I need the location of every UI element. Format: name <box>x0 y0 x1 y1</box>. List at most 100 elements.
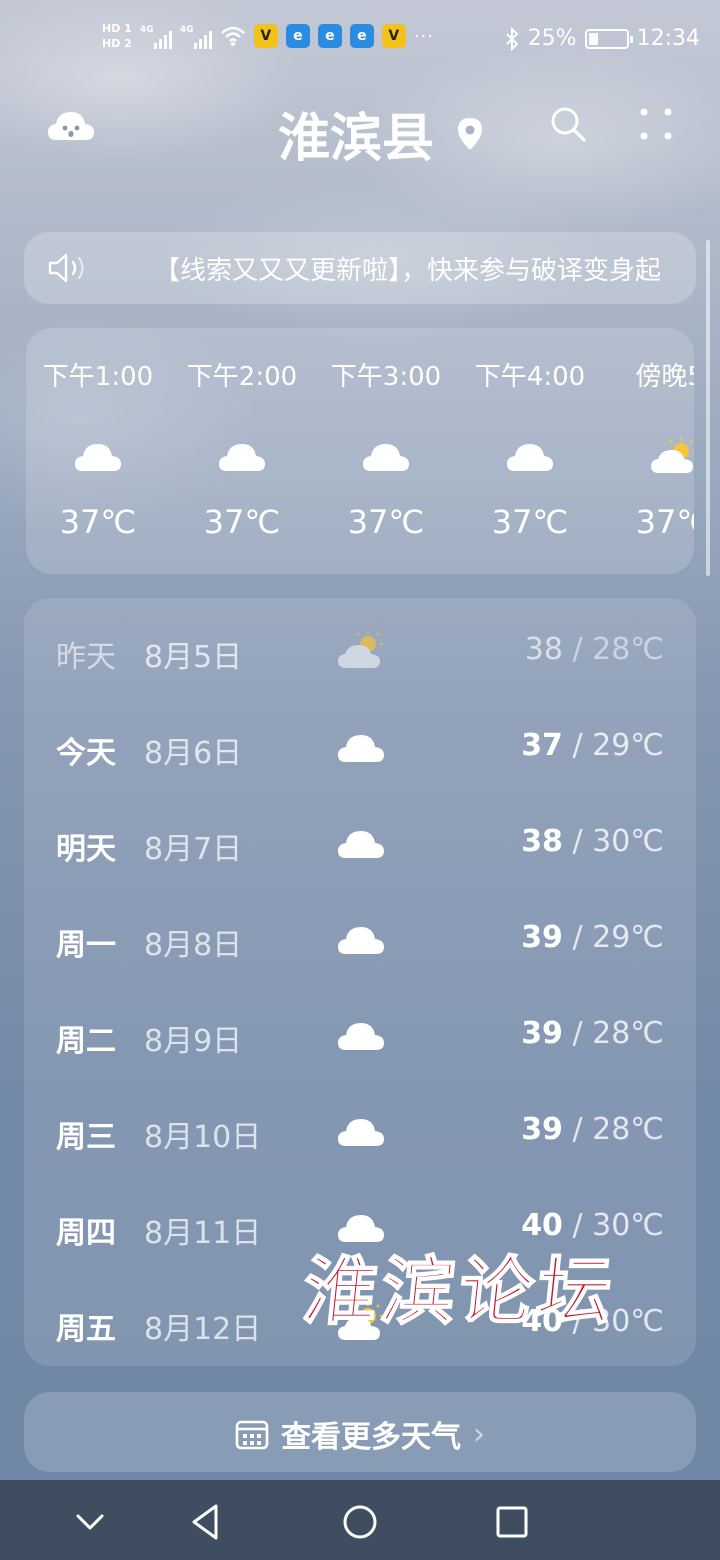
day-row-monday[interactable]: 周一 8月8日 39 / 29℃ <box>24 890 696 986</box>
cloudy-icon <box>338 1023 384 1050</box>
day-date: 8月5日 <box>144 640 243 675</box>
hd-indicators: HD 1 HD 2 <box>102 22 132 50</box>
day-date: 8月7日 <box>144 832 243 867</box>
hour-time: 下午4:00 <box>474 362 586 392</box>
day-name: 周三 <box>56 1120 116 1155</box>
temp-separator: / <box>562 728 593 763</box>
day-name: 今天 <box>56 736 116 771</box>
day-temp: 38 / 28℃ <box>525 632 664 667</box>
more-weather-content: 查看更多天气 › <box>24 1412 696 1456</box>
hour-time: 下午2:00 <box>186 362 298 392</box>
temp-low: 30℃ <box>592 824 664 859</box>
temp-high: 39 <box>521 1112 563 1147</box>
search-icon[interactable] <box>548 104 588 144</box>
day-date: 8月12日 <box>144 1312 262 1347</box>
chevron-right-icon: › <box>473 1416 485 1452</box>
clock: 12:34 <box>636 26 700 51</box>
speaker-icon <box>48 253 84 283</box>
day-row-today[interactable]: 今天 8月6日 37 / 29℃ <box>24 698 696 794</box>
day-name: 昨天 <box>56 640 116 675</box>
notification-app-icon: e <box>285 24 310 48</box>
scrollbar[interactable] <box>706 240 710 576</box>
status-left: HD 1 HD 2 4G 4G V e e e V ··· <box>102 22 434 50</box>
day-name: 周四 <box>56 1216 116 1251</box>
partly-sunny-icon <box>651 438 694 473</box>
hourly-item: 下午1:00 37℃ <box>26 356 170 541</box>
forum-watermark: 淮滨论坛 <box>298 1248 621 1336</box>
battery-percent: 25% <box>527 26 577 51</box>
cloudy-icon <box>219 444 265 471</box>
day-row-wednesday[interactable]: 周三 8月10日 39 / 28℃ <box>24 1082 696 1178</box>
system-navigation-bar <box>0 1480 720 1560</box>
day-name: 周五 <box>56 1312 116 1347</box>
temp-high: 39 <box>521 920 563 955</box>
day-date: 8月6日 <box>144 736 243 771</box>
day-temp: 37 / 29℃ <box>521 728 664 763</box>
temp-high: 37 <box>521 728 563 763</box>
day-date: 8月9日 <box>144 1024 243 1059</box>
cloudy-icon <box>75 444 121 471</box>
cloudy-icon <box>338 1119 384 1146</box>
weather-profile-cloud-icon[interactable] <box>46 106 96 146</box>
signal-1-icon: 4G <box>140 23 172 49</box>
back-icon[interactable] <box>184 1500 228 1544</box>
day-date: 8月8日 <box>144 928 243 963</box>
day-name: 明天 <box>56 832 116 867</box>
hourly-forecast[interactable]: 下午1:00 37℃ 下午2:00 37℃ 下午3:00 37℃ 下午4:00 … <box>26 328 694 574</box>
signal-2-icon: 4G <box>180 23 212 49</box>
wifi-icon <box>221 26 245 46</box>
hourly-item: 傍晚5: 37℃ <box>602 356 694 541</box>
notice-text: 【线索又又又更新啦】，快来参与破译变身起 <box>154 256 662 286</box>
calendar-icon <box>235 1420 269 1450</box>
header: 淮滨县 <box>0 92 720 172</box>
notice-banner[interactable]: 【线索又又又更新啦】，快来参与破译变身起 <box>24 232 696 304</box>
hour-temp: 37℃ <box>59 503 137 541</box>
chevron-down-icon[interactable] <box>68 1500 112 1544</box>
hour-temp: 37℃ <box>203 503 281 541</box>
more-weather-label: 查看更多天气 <box>281 1420 461 1455</box>
menu-dots-icon[interactable] <box>638 106 674 142</box>
temp-high: 38 <box>521 824 563 859</box>
temp-separator: / <box>562 920 593 955</box>
recent-apps-icon[interactable] <box>490 1500 534 1544</box>
temp-high: 39 <box>521 1016 563 1051</box>
temp-high: 38 <box>524 632 563 667</box>
notification-app-icon: V <box>381 24 406 48</box>
temp-low: 28℃ <box>592 1016 664 1051</box>
notification-app-icon: V <box>253 24 278 48</box>
day-temp: 39 / 29℃ <box>521 920 664 955</box>
battery-icon <box>584 28 633 49</box>
day-row-yesterday[interactable]: 昨天 8月5日 38 / 28℃ <box>24 602 696 698</box>
day-name: 周二 <box>56 1024 116 1059</box>
hour-time: 下午1:00 <box>42 362 154 392</box>
more-notifications-icon: ··· <box>413 25 434 47</box>
day-temp: 38 / 30℃ <box>521 824 664 859</box>
hour-temp: 37℃ <box>347 503 425 541</box>
cloudy-icon <box>507 444 553 471</box>
temp-low: 28℃ <box>592 632 664 667</box>
day-row-tomorrow[interactable]: 明天 8月7日 38 / 30℃ <box>24 794 696 890</box>
partly-sunny-icon <box>338 631 383 668</box>
temp-low: 28℃ <box>592 1112 664 1147</box>
sim1-type: 4G <box>139 25 154 35</box>
hour-time: 傍晚5: <box>635 362 694 392</box>
hourly-item: 下午3:00 37℃ <box>314 356 458 541</box>
battery-fill <box>588 32 598 45</box>
day-row-tuesday[interactable]: 周二 8月9日 39 / 28℃ <box>24 986 696 1082</box>
home-icon[interactable] <box>338 1500 382 1544</box>
hour-time: 下午3:00 <box>330 362 442 392</box>
temp-low: 29℃ <box>592 920 664 955</box>
city-selector[interactable]: 淮滨县 <box>278 96 484 171</box>
hourly-item: 下午2:00 37℃ <box>170 356 314 541</box>
location-pin-icon <box>458 117 483 150</box>
sim2-type: 4G <box>179 25 194 35</box>
hourly-item: 下午4:00 37℃ <box>458 356 602 541</box>
temp-low: 29℃ <box>592 728 664 763</box>
temp-separator: / <box>562 1112 593 1147</box>
hour-temp: 37℃ <box>635 503 694 541</box>
hd1-label: HD 1 <box>102 22 132 35</box>
more-weather-button[interactable]: 查看更多天气 › <box>24 1392 696 1472</box>
day-temp: 39 / 28℃ <box>521 1016 664 1051</box>
cloudy-icon <box>338 735 384 762</box>
status-right: 25% 12:34 <box>504 26 700 51</box>
